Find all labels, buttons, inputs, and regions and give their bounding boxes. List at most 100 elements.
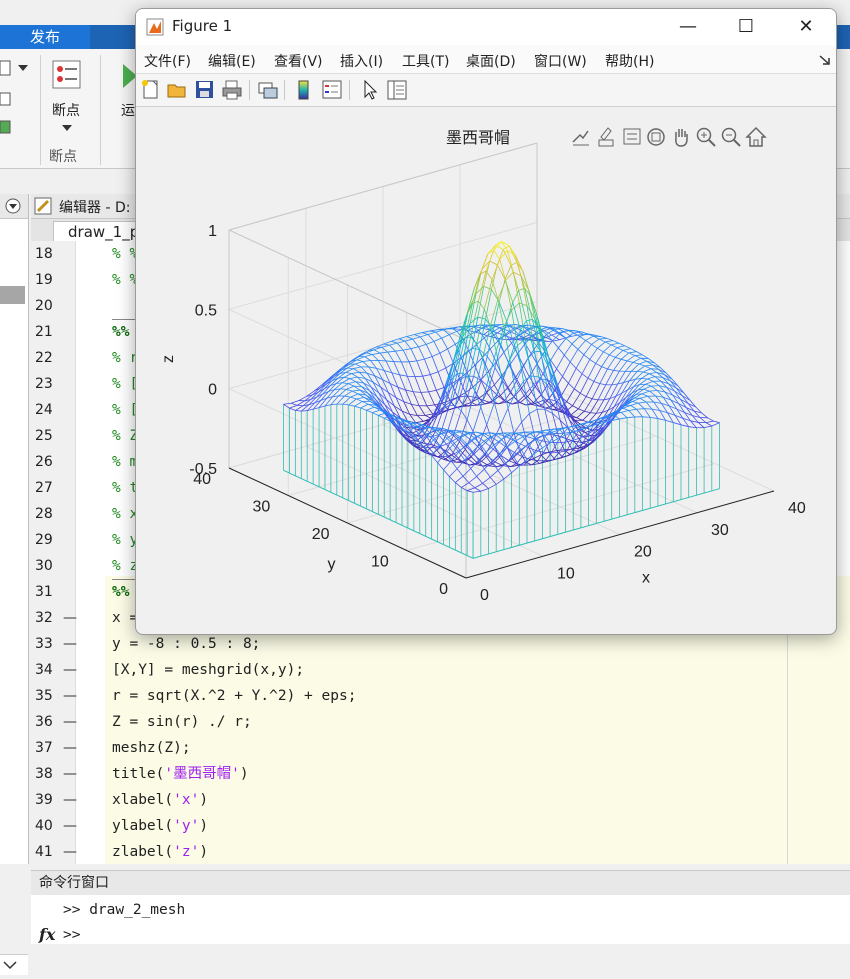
mesh-line [568,368,576,383]
mesh-line [582,374,588,378]
run-button[interactable]: 运 [121,100,135,120]
mesh-line [621,359,627,361]
maximize-button[interactable]: ☐ [734,15,758,39]
tab-publish[interactable]: 发布 [0,25,90,49]
mesh-line [596,352,604,364]
line-number: 33 [35,631,63,657]
menu-desktop[interactable]: 桌面(D) [466,51,516,71]
executable-marker[interactable]: — [63,605,73,631]
selected-file-row[interactable] [0,286,25,304]
mesh-line [706,421,714,423]
line-number: 18 [35,241,63,267]
executable-marker[interactable]: — [63,761,73,787]
menu-edit[interactable]: 编辑(E) [208,51,256,71]
mesh-line [586,381,594,396]
mesh-line [609,348,617,355]
mesh-line [635,355,643,356]
executable-marker[interactable]: — [63,631,73,657]
mesh-line [411,404,419,405]
menu-view[interactable]: 查看(V) [274,51,323,71]
mesh-line [631,405,637,409]
mesh-line [289,405,297,408]
menu-help[interactable]: 帮助(H) [605,51,654,71]
executable-marker[interactable]: — [63,709,73,735]
undock-arrow-icon[interactable] [819,55,831,65]
mesh-line [485,403,491,404]
code-line[interactable]: 36—Z = sin(r) ./ r; [31,709,850,735]
executable-marker[interactable]: — [63,839,73,865]
breakpoints-icon[interactable] [51,60,83,90]
mesh-line [395,350,403,351]
mesh-line [594,381,600,383]
mesh-line [443,461,451,470]
mesh-line [523,376,531,381]
mesh-line [592,384,600,399]
minimize-button[interactable]: — [676,15,700,39]
print-icon[interactable] [221,79,243,101]
code-line[interactable]: 35—r = sqrt(X.^2 + Y.^2) + eps; [31,683,850,709]
command-window[interactable]: >> draw_2_mesh fx >> [31,895,850,944]
mesh-line [562,328,568,330]
mesh-line [289,408,295,410]
panel-menu-icon[interactable] [5,198,21,214]
mesh-line [374,350,380,353]
menu-insert[interactable]: 插入(I) [340,51,383,71]
code-line[interactable]: 41—zlabel('z') [31,839,850,865]
x-tick-label: 40 [788,500,806,517]
mesh-line [627,417,635,418]
close-button[interactable]: ✕ [794,15,818,39]
open-file-icon[interactable] [166,79,188,101]
mesh-line [580,378,588,393]
code-line[interactable]: 34—[X,Y] = meshgrid(x,y); [31,657,850,683]
mesh-line [487,403,495,425]
figure-window[interactable]: Figure 1 — ☐ ✕ 文件(F) 编辑(E) 查看(V) 插入(I) 工… [135,8,837,635]
mesh-line [352,391,358,394]
mesh-line [411,347,419,349]
command-prompt[interactable]: >> [63,927,80,943]
mesh-line [484,469,490,477]
mesh-line [552,413,558,436]
legend-icon[interactable] [321,79,343,101]
mesh-line [500,447,508,454]
executable-marker[interactable]: — [63,787,73,813]
mesh-line [497,265,505,280]
menu-window[interactable]: 窗口(W) [534,51,587,71]
colorbar-icon[interactable] [293,79,315,101]
executable-marker[interactable]: — [63,813,73,839]
new-figure-icon[interactable] [140,79,162,101]
mesh-line [413,392,419,406]
details-toggle[interactable] [0,954,28,975]
figure-title-bar[interactable]: Figure 1 — ☐ ✕ [136,9,836,45]
code-line[interactable]: 38—title('墨西哥帽') [31,761,850,787]
mesh-line [372,354,378,360]
mesh-line [586,397,592,399]
save-icon[interactable] [194,79,216,101]
edit-plot-icon[interactable] [360,79,382,101]
mesh-line [426,341,434,344]
menu-tools[interactable]: 工具(T) [402,51,449,71]
mesh-plot[interactable]: 010203040010203040-0.500.51xyz [136,105,836,634]
mesh-line [623,408,629,410]
executable-marker[interactable]: — [63,657,73,683]
executable-marker[interactable]: — [63,683,73,709]
mesh-line [417,359,425,361]
breakpoints-button[interactable]: 断点 [52,100,80,120]
mesh-line [573,393,581,405]
code-line[interactable]: 37—meshz(Z); [31,735,850,761]
executable-marker[interactable]: — [63,735,73,761]
mesh-line [366,410,372,412]
y-tick-label: 0 [439,581,448,598]
property-inspector-icon[interactable] [386,79,408,101]
function-browser-icon[interactable]: fx [39,925,55,944]
ribbon-dropdown-arrow[interactable] [18,65,28,71]
mesh-line [544,331,552,336]
ribbon-small-icons[interactable] [0,59,40,139]
link-plot-icon[interactable] [257,79,279,101]
mesh-line [297,401,305,406]
code-line[interactable]: 40—ylabel('y') [31,813,850,839]
menu-file[interactable]: 文件(F) [144,51,191,71]
breakpoints-dropdown-arrow[interactable] [62,125,72,131]
mesh-line [631,403,639,405]
code-line[interactable]: 39—xlabel('x') [31,787,850,813]
line-number: 35 [35,683,63,709]
